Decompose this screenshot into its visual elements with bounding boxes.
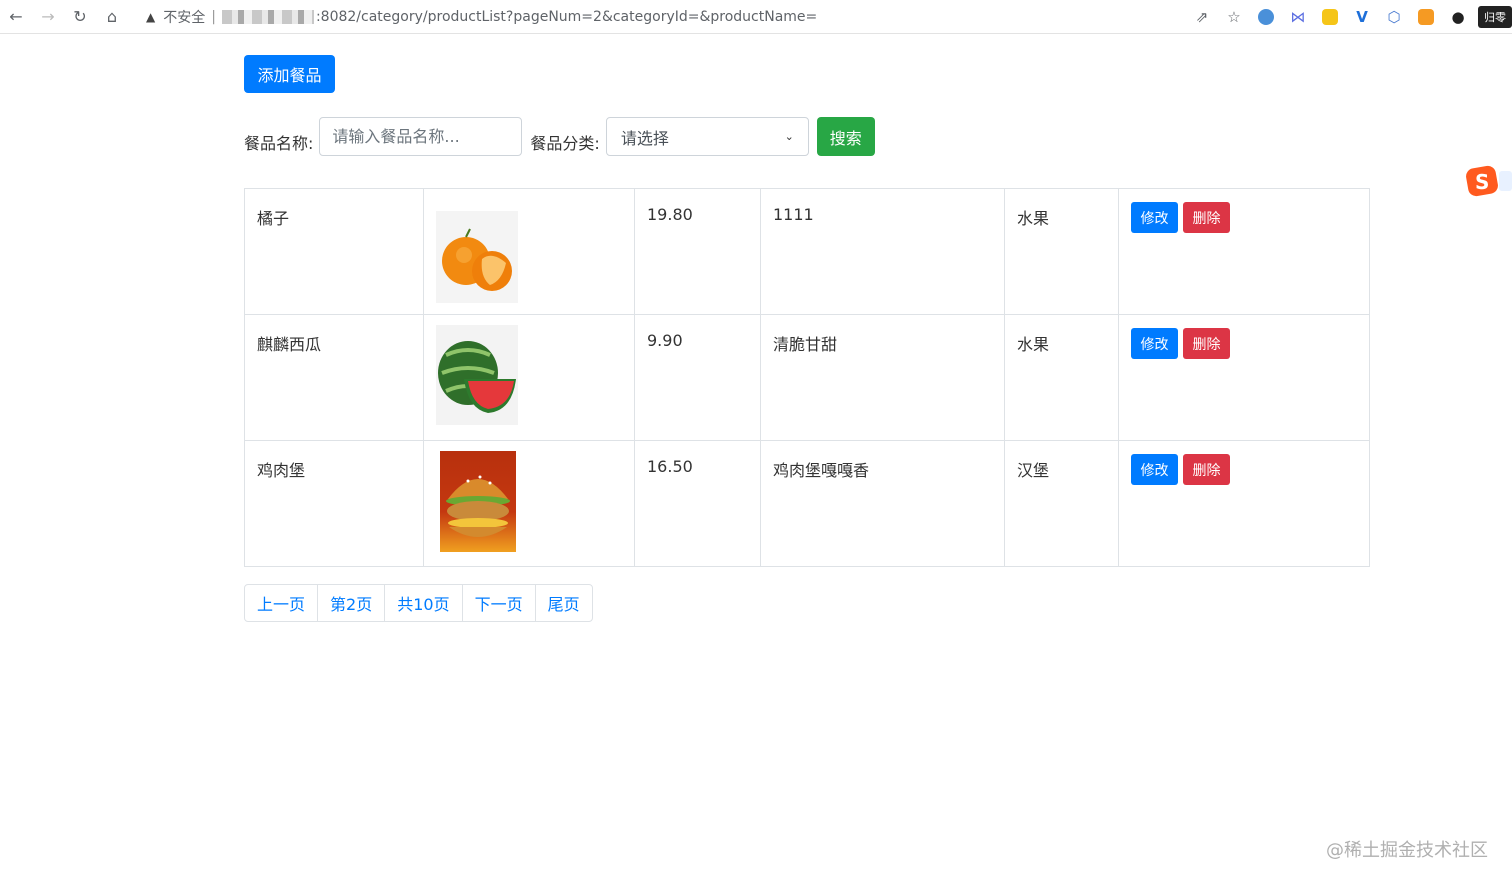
- extension-user-icon[interactable]: [1410, 1, 1442, 33]
- product-category-cell: 水果: [1004, 188, 1119, 315]
- product-name-cell: 鸡肉堡: [244, 440, 424, 567]
- table-row: 橘子 19.80 1111 水果 修改 删除: [244, 188, 1370, 315]
- product-image-cell: [423, 440, 635, 567]
- address-bar[interactable]: ▲ 不安全 | :8082/category/productList?pageN…: [146, 7, 817, 27]
- extension-shield-icon[interactable]: [1250, 1, 1282, 33]
- table-row: 鸡肉堡 16.50 鸡肉堡嘎嘎香 汉堡 修改 删除: [244, 440, 1370, 567]
- svg-text:S: S: [1475, 170, 1489, 194]
- url-text: :8082/category/productList?pageNum=2&cat…: [315, 8, 818, 25]
- search-button[interactable]: 搜索: [816, 117, 875, 156]
- category-selected-value: 请选择: [620, 128, 669, 148]
- reload-icon[interactable]: ↻: [64, 1, 96, 33]
- product-category-cell: 水果: [1004, 314, 1119, 441]
- burger-image: [440, 451, 516, 552]
- current-page-link[interactable]: 第2页: [318, 585, 386, 621]
- forward-arrow-icon[interactable]: →: [32, 1, 64, 33]
- microphone-icon[interactable]: ●: [1442, 1, 1474, 33]
- extension-yellow-icon[interactable]: [1314, 1, 1346, 33]
- edit-button[interactable]: 修改: [1131, 454, 1178, 485]
- masked-host: [221, 9, 314, 24]
- product-actions-cell: 修改 删除: [1118, 188, 1370, 315]
- product-price-cell: 16.50: [634, 440, 761, 567]
- product-description-cell: 清脆甘甜: [760, 314, 1005, 441]
- sogou-ime-icon[interactable]: S: [1465, 165, 1512, 197]
- product-name-label: 餐品名称:: [244, 133, 314, 153]
- product-actions-cell: 修改 删除: [1118, 314, 1370, 441]
- product-description-cell: 1111: [760, 188, 1005, 315]
- extension-cube-icon[interactable]: ⬡: [1378, 1, 1410, 33]
- product-description-cell: 鸡肉堡嘎嘎香: [760, 440, 1005, 567]
- prev-page-link[interactable]: 上一页: [245, 585, 319, 621]
- home-icon[interactable]: ⌂: [96, 1, 128, 33]
- total-pages-link[interactable]: 共10页: [385, 585, 463, 621]
- add-product-button[interactable]: 添加餐品: [244, 55, 335, 93]
- category-select[interactable]: 请选择 ⌄: [605, 117, 809, 156]
- product-price-cell: 19.80: [634, 188, 761, 315]
- search-form: 餐品名称: 餐品分类: 请选择 ⌄ 搜索: [244, 117, 875, 156]
- last-page-link[interactable]: 尾页: [536, 585, 592, 621]
- table-row: 麒麟西瓜 9.90 清脆甘甜 水果 修改 删除: [244, 314, 1370, 441]
- product-name-cell: 橘子: [244, 188, 424, 315]
- browser-extensions: ⇗ ☆ ⋈ V ⬡ ● 归零: [1186, 0, 1512, 34]
- warning-icon: ▲: [146, 9, 156, 24]
- chevron-down-icon: ⌄: [784, 130, 794, 143]
- product-name-input[interactable]: [319, 117, 523, 156]
- insecure-label: 不安全: [163, 9, 206, 26]
- product-table: 橘子 19.80 1111 水果 修改 删除 麒麟西瓜 9.90 清脆甘甜 水果…: [244, 188, 1370, 567]
- next-page-link[interactable]: 下一页: [463, 585, 536, 621]
- share-icon[interactable]: ⇗: [1186, 1, 1218, 33]
- delete-button[interactable]: 删除: [1183, 454, 1230, 485]
- watermark: @稀土掘金技术社区: [1326, 840, 1488, 861]
- edit-button[interactable]: 修改: [1131, 328, 1178, 359]
- browser-toolbar: ← → ↻ ⌂ ▲ 不安全 | :8082/category/productLi…: [0, 0, 1512, 34]
- extension-v-icon[interactable]: V: [1346, 1, 1378, 33]
- delete-button[interactable]: 删除: [1183, 328, 1230, 359]
- edit-button[interactable]: 修改: [1131, 202, 1178, 233]
- orange-image: [436, 211, 518, 303]
- product-actions-cell: 修改 删除: [1118, 440, 1370, 567]
- product-image-cell: [423, 314, 635, 441]
- bookmark-star-icon[interactable]: ☆: [1218, 1, 1250, 33]
- watermelon-image: [436, 325, 518, 425]
- extension-bow-icon[interactable]: ⋈: [1282, 1, 1314, 33]
- product-name-cell: 麒麟西瓜: [244, 314, 424, 441]
- pagination: 上一页 第2页 共10页 下一页 尾页: [244, 584, 593, 622]
- extension-guiling-label[interactable]: 归零: [1478, 6, 1512, 28]
- product-image-cell: [423, 188, 635, 315]
- address-separator: |: [211, 8, 216, 25]
- delete-button[interactable]: 删除: [1183, 202, 1230, 233]
- back-arrow-icon[interactable]: ←: [0, 1, 32, 33]
- category-label: 餐品分类:: [530, 133, 600, 153]
- product-category-cell: 汉堡: [1004, 440, 1119, 567]
- product-price-cell: 9.90: [634, 314, 761, 441]
